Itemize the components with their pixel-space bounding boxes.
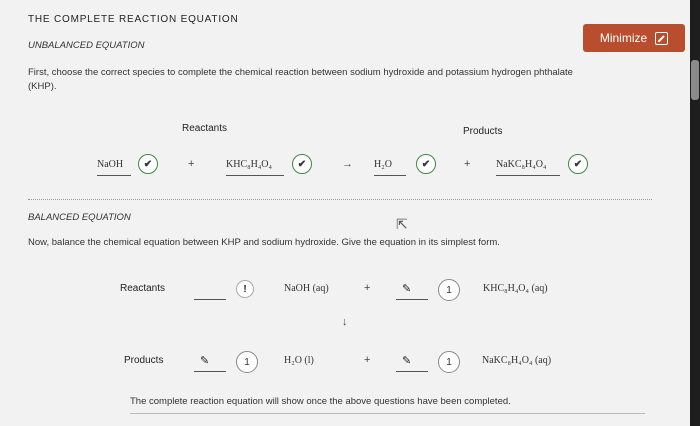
unbalanced-instruction-line2: (KHP). — [28, 81, 57, 92]
page-title: THE COMPLETE REACTION EQUATION — [28, 14, 239, 25]
species-select-nakhp[interactable]: NaKC₈H₄O₄ — [496, 159, 560, 176]
reactants-label: Reactants — [182, 123, 228, 134]
section-divider — [28, 199, 652, 200]
balanced-instruction: Now, balance the chemical equation betwe… — [28, 237, 500, 248]
coefficient-input-nakhp[interactable] — [396, 370, 428, 372]
product-h2o: H₂O (l) — [284, 355, 314, 366]
reactant-naoh: NaOH (aq) — [284, 283, 329, 294]
pencil-icon[interactable]: ✎ — [402, 354, 411, 367]
species-select-naoh[interactable]: NaOH — [97, 159, 131, 176]
completion-note: The complete reaction equation will show… — [130, 396, 511, 407]
species-select-khp[interactable]: KHC₈H₄O₄ — [226, 159, 284, 176]
reaction-arrow: → — [342, 158, 353, 170]
unbalanced-instruction-line1: First, choose the correct species to com… — [28, 67, 573, 78]
balanced-heading: BALANCED EQUATION — [28, 212, 131, 223]
footer-divider — [130, 413, 645, 414]
balanced-reactants-label: Reactants — [120, 283, 166, 294]
pencil-icon[interactable]: ✎ — [200, 354, 209, 367]
product-nakhp: NaKC₈H₄O₄ (aq) — [482, 355, 552, 366]
check-icon: ✔ — [568, 154, 588, 174]
unbalanced-heading: UNBALANCED EQUATION — [28, 40, 145, 51]
species-select-h2o[interactable]: H₂O — [374, 159, 406, 176]
reactant-khp: KHC₈H₄O₄ (aq) — [483, 283, 548, 294]
warning-icon: ! — [236, 280, 254, 298]
balanced-products-label: Products — [124, 355, 164, 366]
coefficient-value-khp[interactable]: 1 — [438, 279, 460, 301]
coefficient-input-khp[interactable] — [396, 298, 428, 300]
mouse-cursor-icon: ⇱ — [396, 216, 408, 232]
check-icon: ✔ — [138, 154, 158, 174]
plus-sign: + — [464, 158, 471, 170]
check-icon: ✔ — [416, 154, 436, 174]
plus-sign: + — [364, 354, 371, 366]
plus-sign: + — [364, 282, 371, 294]
pencil-icon[interactable]: ✎ — [402, 282, 411, 295]
question-panel: THE COMPLETE REACTION EQUATION Minimize … — [0, 0, 690, 426]
coefficient-input-h2o[interactable] — [194, 370, 226, 372]
scrollbar[interactable] — [690, 0, 700, 426]
products-label: Products — [463, 126, 503, 137]
plus-sign: + — [188, 158, 195, 170]
minimize-button[interactable]: Minimize — [583, 24, 685, 52]
check-icon: ✔ — [292, 154, 312, 174]
minimize-label: Minimize — [599, 31, 648, 45]
coefficient-value-nakhp[interactable]: 1 — [438, 351, 460, 373]
scrollbar-thumb[interactable] — [691, 60, 699, 100]
coefficient-input-naoh[interactable] — [194, 298, 226, 300]
minimize-icon — [655, 31, 669, 45]
coefficient-value-h2o[interactable]: 1 — [236, 351, 258, 373]
down-arrow: ↓ — [342, 316, 348, 328]
